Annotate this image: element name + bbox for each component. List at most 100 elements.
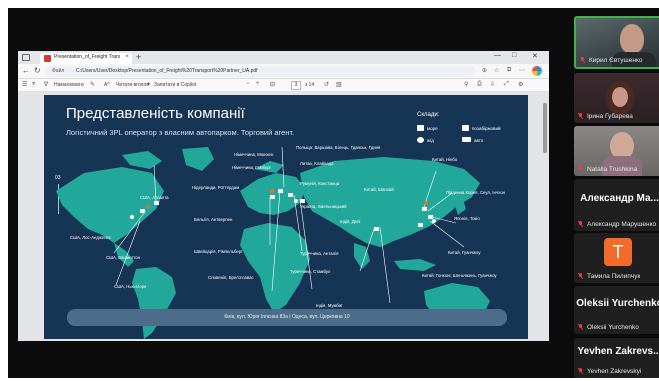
meeting-screen: Presentation_of_Freight Transpor × + — □… bbox=[0, 0, 659, 381]
callout-romania: Румунія, Констанца bbox=[300, 181, 340, 186]
fullscreen-icon[interactable]: ⤢ bbox=[504, 81, 509, 88]
participant-tile-4[interactable]: Александр Ма... Александр Марушенко bbox=[574, 179, 659, 231]
slide-address-bar: Київ, вул. Юрія Іллєнка 83а | Одеса, вул… bbox=[67, 309, 507, 326]
callout-usa-washington: США, Вашингтон bbox=[106, 255, 141, 260]
collections-icon[interactable]: ⧉ bbox=[507, 67, 511, 74]
callout-usa-los-angeles: США, Лос-Анджелес bbox=[70, 235, 111, 240]
callout-lithuania: Литва, Клайпеда bbox=[300, 161, 334, 166]
mic-muted-icon bbox=[578, 221, 583, 227]
participant-tile-2[interactable]: Ірина Губарева bbox=[574, 73, 659, 123]
sea-warehouse-icon bbox=[417, 125, 424, 131]
participant-tile-5[interactable]: T Тамила Пилипчук bbox=[574, 233, 659, 283]
mic-muted-icon bbox=[578, 368, 583, 374]
participant-tile-1[interactable]: Кирил Євтушенко bbox=[574, 16, 659, 69]
legend-bonded: позабіржовий bbox=[472, 126, 501, 131]
participant-name-7: Yevhen Zakrevskyi bbox=[587, 368, 642, 375]
participant-name-2: Ірина Губарева bbox=[587, 113, 633, 120]
participant-bigname-6: Oleksii Yurchenko bbox=[576, 298, 659, 309]
participant-name-4: Александр Марушенко bbox=[587, 221, 657, 228]
participant-face-2 bbox=[612, 87, 628, 107]
participant-name-5: Тамила Пилипчук bbox=[587, 273, 641, 280]
vertical-scrollbar[interactable] bbox=[543, 93, 547, 339]
browser-tab-pdf[interactable]: Presentation_of_Freight Transpor × bbox=[40, 53, 132, 64]
url-text: C:/Users/User/Desktop/Presentation_of_Fr… bbox=[76, 68, 258, 74]
zoom-in-icon[interactable]: + bbox=[256, 81, 260, 87]
participant-name-6: Oleksii Yurchenko bbox=[587, 324, 639, 331]
window-menu-icon[interactable] bbox=[22, 54, 30, 61]
draw-icon[interactable]: ∇ bbox=[44, 81, 48, 88]
callout-china-hongkong: Китай: Гонконг, Шеньчжень, Гуанчжоу bbox=[422, 273, 497, 278]
draw-label[interactable]: Намалювати bbox=[54, 82, 84, 88]
legend-sea: море bbox=[427, 126, 438, 131]
contents-icon[interactable]: ☰ bbox=[22, 81, 27, 88]
zoom-out-icon[interactable]: − bbox=[246, 81, 250, 87]
slide-address-text: Київ, вул. Юрія Іллєнка 83а | Одеса, вул… bbox=[224, 314, 350, 320]
tab-title: Presentation_of_Freight Transpor bbox=[54, 54, 120, 60]
slide-subtitle: Логістичний 3PL оператор з власним автоп… bbox=[66, 128, 295, 137]
highlight-icon[interactable]: ✎ bbox=[90, 81, 95, 88]
close-window-button[interactable]: ✕ bbox=[532, 52, 538, 60]
new-tab-button[interactable]: + bbox=[136, 52, 141, 62]
two-page-icon[interactable]: ▥ bbox=[336, 81, 342, 88]
copilot-icon[interactable] bbox=[532, 66, 542, 76]
participant-tile-3[interactable]: Natalia Trushkina bbox=[574, 126, 659, 176]
minimize-button[interactable]: — bbox=[494, 52, 501, 59]
callout-switzerland: Швейцарія, Рімпельберг bbox=[194, 249, 243, 254]
callout-india-mumbai: Індія, Мумбаї bbox=[316, 303, 343, 308]
page-total: з 14 bbox=[305, 82, 315, 88]
mic-muted-icon bbox=[578, 113, 583, 119]
maximize-button[interactable]: □ bbox=[512, 52, 516, 59]
copilot-small-icon: ✦ bbox=[146, 82, 152, 88]
callout-china-ningbo: Китай, Нінбо bbox=[432, 157, 458, 162]
rotate-icon[interactable]: ↺ bbox=[324, 81, 329, 88]
mic-muted-icon bbox=[580, 57, 585, 63]
callout-china-guangzhou: Китай, Гуанчжоу bbox=[448, 250, 481, 255]
shared-browser-window: Presentation_of_Freight Transpor × + — □… bbox=[18, 51, 549, 341]
presentation-slide: Представленість компанії Логістичний 3PL… bbox=[44, 95, 528, 339]
url-field[interactable]: Файл C:/Users/User/Desktop/Presentation_… bbox=[46, 66, 476, 77]
tab-close-icon[interactable]: × bbox=[125, 54, 129, 60]
scrollbar-thumb[interactable] bbox=[543, 103, 547, 153]
print-icon[interactable]: ⎙ bbox=[477, 81, 482, 88]
participant-tile-6[interactable]: Oleksii Yurchenko Oleksii Yurchenko bbox=[574, 286, 659, 334]
url-scheme-label: Файл bbox=[52, 68, 65, 74]
more-menu-icon[interactable]: ⋯ bbox=[519, 67, 525, 74]
favorite-star-icon[interactable]: ☆ bbox=[494, 67, 499, 74]
save-icon[interactable]: ⇩ bbox=[490, 81, 495, 88]
legend-title: Склади: bbox=[417, 112, 440, 118]
mic-muted-icon bbox=[578, 324, 583, 330]
reload-icon[interactable]: ↻ bbox=[34, 66, 41, 75]
ask-copilot-button[interactable]: Запитати в Copilot bbox=[154, 82, 196, 88]
address-bar: ← ↻ Файл C:/Users/User/Desktop/Presentat… bbox=[18, 64, 549, 79]
read-aloud-button[interactable]: Читати вголос bbox=[116, 82, 149, 88]
callout-south-korea: Південна Корея, Сеул, Інчхон bbox=[446, 190, 505, 195]
search-icon[interactable]: ⚲ bbox=[464, 81, 468, 88]
truck-warehouse-icon bbox=[462, 137, 471, 142]
settings-gear-icon[interactable]: ⚙ bbox=[518, 81, 523, 88]
text-size-button[interactable]: A^ bbox=[104, 82, 110, 88]
callout-netherlands: Нідерланди, Роттердам bbox=[192, 185, 240, 190]
callout-usa-new-york: США, Нью-Йорк bbox=[114, 284, 147, 289]
participant-name-1: Кирил Євтушенко bbox=[589, 57, 643, 64]
participant-tile-7[interactable]: Yevhen Zakrevs... Yevhen Zakrevskyi bbox=[574, 338, 659, 378]
filter-icon[interactable]: ⩔ bbox=[32, 81, 35, 88]
participant-bigname-4: Александр Ма... bbox=[580, 193, 659, 204]
slide-title: Представленість компанії bbox=[66, 105, 245, 122]
callout-slovenia: Словенія, Бреґоглавас bbox=[208, 275, 254, 280]
participant-name-3: Natalia Trushkina bbox=[587, 166, 638, 173]
fit-page-icon[interactable]: ⊟ bbox=[270, 81, 275, 88]
bonded-warehouse-icon bbox=[462, 125, 469, 131]
mic-muted-icon bbox=[578, 166, 583, 172]
page-number-input[interactable]: 3 bbox=[291, 81, 301, 90]
callout-turkey-istanbul: Туреччина, Стамбул bbox=[290, 269, 331, 274]
shared-screen-stage: Presentation_of_Freight Transpor × + — □… bbox=[8, 8, 659, 378]
pdf-favicon-icon bbox=[44, 55, 51, 62]
callout-china-shanghai: Китай, Шанхай bbox=[364, 187, 394, 192]
back-icon[interactable]: ← bbox=[22, 66, 30, 75]
callout-belgium: Бельгія, Антверпен bbox=[194, 217, 233, 222]
callout-india-delhi: Індія, Делі bbox=[340, 219, 361, 224]
mic-muted-icon bbox=[578, 273, 583, 279]
zoom-icon[interactable]: ⊕ bbox=[482, 67, 487, 74]
participant-avatar-5: T bbox=[604, 238, 632, 266]
callout-ukraine: Україна, Хмельницький bbox=[300, 204, 347, 209]
